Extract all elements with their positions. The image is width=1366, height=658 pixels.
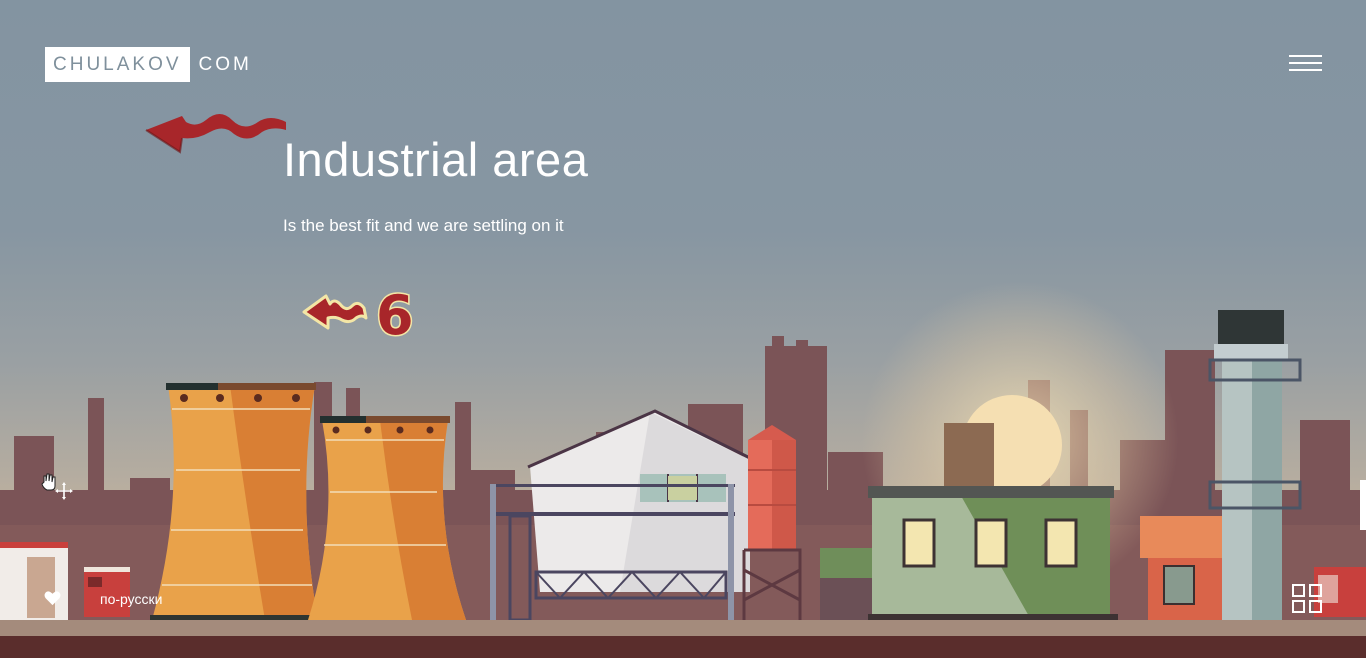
logo-suffix-text[interactable]: COM xyxy=(199,54,252,76)
left-cabin xyxy=(0,542,68,620)
foreground-buildings xyxy=(0,310,1366,658)
site-logo[interactable]: CHULAKOV COM xyxy=(45,47,252,82)
white-warehouse xyxy=(490,409,753,622)
annotation-arrow-icon xyxy=(145,114,286,154)
heart-icon[interactable] xyxy=(44,590,61,606)
ground-soil xyxy=(0,636,1366,658)
cooling-tower-small xyxy=(308,416,466,620)
green-house xyxy=(868,423,1118,620)
language-switch-link[interactable]: по-русски xyxy=(100,591,162,607)
ground-road xyxy=(0,620,1366,636)
logo-main-text[interactable]: CHULAKOV xyxy=(45,47,190,82)
step-annotation-arrow-icon: 6 xyxy=(302,283,415,344)
cooling-tower-large xyxy=(150,383,320,621)
red-silo xyxy=(742,425,802,620)
page-title: Industrial area xyxy=(283,133,589,186)
step-number: 6 xyxy=(376,284,414,344)
hand-cursor-icon xyxy=(41,473,73,500)
orange-roof-house xyxy=(1140,516,1226,620)
hamburger-menu-icon[interactable] xyxy=(1289,55,1322,71)
grid-view-icon[interactable] xyxy=(1292,584,1322,613)
page-subtitle: Is the best fit and we are settling on i… xyxy=(283,216,564,235)
control-tower xyxy=(1208,310,1302,620)
